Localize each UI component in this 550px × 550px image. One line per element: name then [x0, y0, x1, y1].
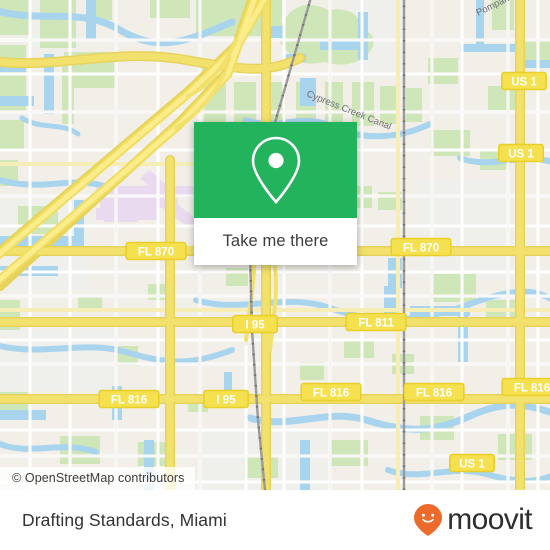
- highway-shield: I 95: [203, 389, 250, 409]
- place-title: Drafting Standards, Miami: [22, 509, 227, 530]
- highway-shield: FL 816: [501, 377, 550, 397]
- location-popup-card[interactable]: Take me there: [194, 122, 357, 265]
- map-pin-icon: [251, 136, 300, 204]
- moovit-map-screenshot: Cypress Creek Canal Pompano Canal US 1US…: [0, 0, 550, 550]
- highway-shield-label: FL 811: [358, 317, 394, 329]
- footer-bar: Drafting Standards, Miami moovit: [0, 490, 550, 550]
- highway-shield-label: I 95: [216, 394, 236, 406]
- highway-shield: FL 870: [390, 237, 452, 257]
- highway-shield-label: US 1: [511, 76, 537, 88]
- highway-shield: US 1: [497, 143, 544, 163]
- moovit-logo[interactable]: moovit: [413, 503, 533, 537]
- highway-shield-label: I 95: [245, 319, 265, 331]
- highway-shield-label: FL 816: [416, 387, 452, 399]
- take-me-there-label: Take me there: [222, 232, 329, 250]
- moovit-wordmark: moovit: [447, 503, 532, 536]
- highway-shield-label: FL 816: [313, 387, 349, 399]
- highway-shield: I 95: [232, 314, 279, 334]
- highway-shield: FL 816: [403, 382, 465, 402]
- highway-shield-label: FL 870: [138, 246, 174, 258]
- highway-shield: FL 816: [98, 389, 160, 409]
- highway-shield: US 1: [500, 71, 547, 91]
- highway-shield-label: FL 870: [403, 242, 439, 254]
- popup-header: [194, 122, 357, 218]
- osm-attribution: © OpenStreetMap contributors: [0, 467, 195, 490]
- highway-shield: FL 811: [345, 312, 407, 332]
- moovit-pin-icon: [414, 504, 443, 536]
- highway-shield-label: FL 816: [514, 382, 550, 394]
- highway-shield: FL 816: [300, 382, 362, 402]
- highway-shield: FL 870: [125, 241, 187, 261]
- highway-shield-label: FL 816: [111, 394, 147, 406]
- highway-shield-label: US 1: [508, 148, 534, 160]
- popup-action-bar[interactable]: Take me there: [194, 218, 357, 265]
- highway-shield: US 1: [448, 453, 495, 473]
- highway-shield-label: US 1: [459, 458, 485, 470]
